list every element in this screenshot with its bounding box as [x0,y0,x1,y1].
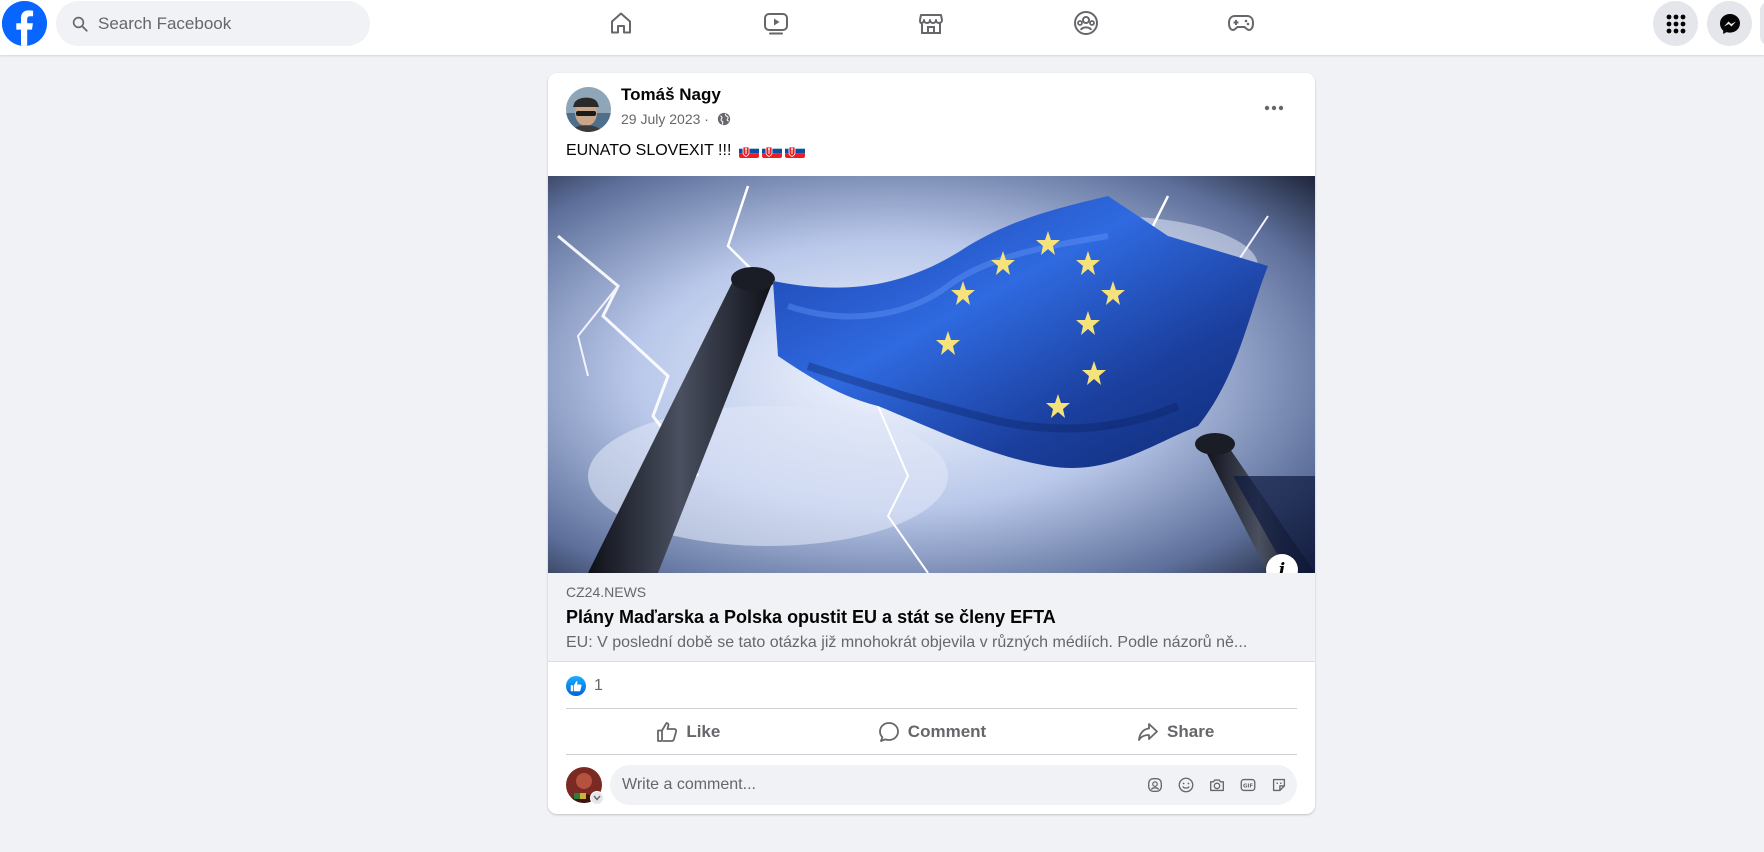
link-preview[interactable]: CZ24.NEWS Plány Maďarska a Polska opusti… [548,573,1315,662]
thumbs-up-icon [657,722,678,742]
comment-label: Comment [907,722,987,741]
share-button[interactable]: Share [1053,710,1297,754]
share-icon [1138,723,1158,741]
search-bar[interactable] [56,1,370,46]
reactions-summary[interactable]: 1 [566,676,603,696]
link-domain: CZ24.NEWS [566,584,647,600]
top-navigation-bar [0,0,1764,55]
messenger-icon[interactable] [1707,1,1752,46]
groups-icon[interactable] [1069,7,1103,39]
home-icon[interactable] [604,7,638,39]
emoji-icon[interactable] [1176,775,1196,795]
comment-icon [878,722,899,742]
post-text: EUNATO SLOVEXIT !!! [566,142,806,160]
globe-icon [717,112,730,126]
more-options-icon[interactable] [1256,90,1292,126]
author-avatar[interactable] [566,87,611,132]
author-name[interactable]: Tomáš Nagy [621,85,721,105]
marketplace-icon[interactable] [914,7,948,39]
post-card: Tomáš Nagy 29 July 2023 · EUNATO SLOVEXI… [548,73,1315,814]
search-input[interactable] [98,13,348,34]
like-button[interactable]: Like [566,710,810,754]
post-date[interactable]: 29 July 2023 [621,111,700,127]
post-meta: 29 July 2023 · [621,111,731,127]
comment-tools: GIF [1134,775,1289,795]
chevron-down-icon[interactable] [590,791,604,805]
camera-icon[interactable] [1207,775,1227,795]
link-preview-image[interactable] [548,176,1315,573]
slovakia-flag-icon [762,144,783,158]
link-description: EU: V poslední době se tato otázka již m… [566,634,1248,651]
avatar-sticker-icon[interactable] [1145,775,1165,795]
gaming-icon[interactable] [1224,7,1258,39]
like-label: Like [686,722,721,741]
comment-button[interactable]: Comment [810,710,1054,754]
divider [566,708,1297,709]
video-icon[interactable] [759,7,793,39]
post-text-content: EUNATO SLOVEXIT !!! [566,142,732,159]
facebook-logo-icon[interactable] [2,1,47,46]
reaction-count: 1 [594,677,603,694]
comment-composer[interactable]: GIF [610,765,1297,805]
comment-input[interactable] [622,776,1062,794]
link-title[interactable]: Plány Maďarska a Polska opustit EU a stá… [566,607,1296,628]
menu-grid-icon[interactable] [1653,1,1698,46]
gif-icon[interactable]: GIF [1238,775,1258,795]
like-reaction-icon [566,676,586,696]
post-actions: Like Comment Share [566,710,1297,754]
divider [566,754,1297,755]
notifications-button-edge[interactable] [1760,1,1764,46]
svg-text:GIF: GIF [1243,784,1253,790]
meta-separator: · [700,111,713,127]
share-label: Share [1167,722,1215,741]
slovakia-flag-icon [785,144,806,158]
search-icon [72,16,88,32]
sticker-icon[interactable] [1269,775,1289,795]
slovakia-flag-icon [739,144,760,158]
